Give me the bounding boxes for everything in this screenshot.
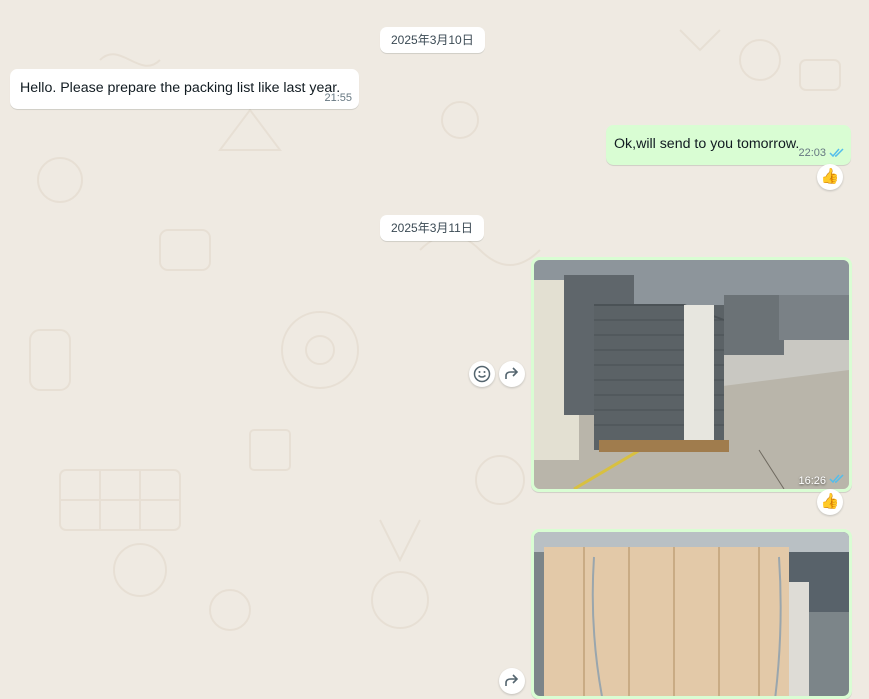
- image-message[interactable]: [531, 529, 852, 699]
- incoming-message-bubble[interactable]: Hello. Please prepare the packing list l…: [10, 69, 359, 109]
- thumbs-up-reaction[interactable]: 👍: [817, 164, 843, 190]
- message-time: 16:26: [798, 475, 826, 487]
- date-separator: 2025年3月11日: [380, 215, 484, 241]
- message-time: 21:55: [324, 92, 352, 104]
- outgoing-message-bubble[interactable]: Ok,will send to you tomorrow. 22:03: [606, 125, 851, 165]
- wooden-crate-photo-icon: [534, 532, 849, 696]
- message-time: 22:03: [798, 147, 826, 159]
- read-receipt-icon: [829, 148, 844, 158]
- thumbs-up-reaction[interactable]: 👍: [817, 489, 843, 515]
- forward-button[interactable]: [499, 668, 525, 694]
- emoji-icon: [473, 365, 491, 383]
- warehouse-photo-icon: [534, 260, 849, 489]
- message-text: Hello. Please prepare the packing list l…: [20, 80, 341, 96]
- forward-icon: [505, 367, 519, 379]
- image-message[interactable]: 16:26: [531, 257, 852, 492]
- emoji-react-button[interactable]: [469, 361, 495, 387]
- date-separator: 2025年3月10日: [380, 27, 485, 53]
- message-text: Ok,will send to you tomorrow.: [614, 136, 800, 152]
- read-receipt-icon: [829, 474, 844, 484]
- forward-icon: [505, 674, 519, 686]
- forward-button[interactable]: [499, 361, 525, 387]
